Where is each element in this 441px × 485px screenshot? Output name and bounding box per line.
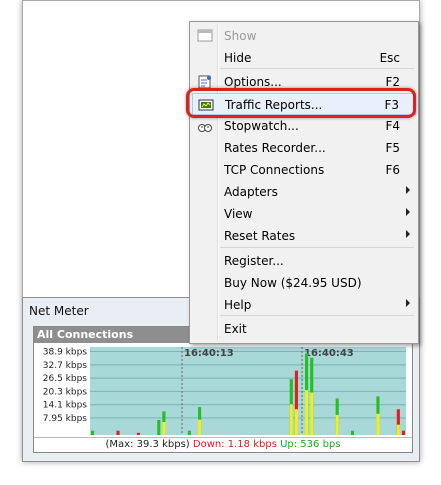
y-tick-label: 7.95 kbps [43, 414, 88, 424]
menu-item-label: Help [224, 298, 252, 312]
menu-item-help[interactable]: Help [192, 294, 416, 316]
menu-item-label: Hide [224, 51, 252, 65]
stopwatch-icon [197, 118, 213, 134]
menu-item-rates-recorder[interactable]: Rates Recorder... F5 [192, 137, 416, 159]
net-meter-title: Net Meter [29, 304, 89, 318]
menu-item-hide[interactable]: Hide Esc [192, 47, 416, 69]
shortcut-key: F2 [385, 75, 400, 89]
status-bar: (Max: 39.3 kbps) Down: 1.18 kbps Up: 536… [34, 437, 412, 452]
shortcut-key: Esc [379, 51, 400, 65]
menu-item-label: Buy Now ($24.95 USD) [224, 276, 362, 290]
up-rate: Up: 536 bps [280, 439, 341, 450]
menu-item-label: Options... [224, 75, 282, 89]
menu-item-label: TCP Connections [224, 163, 325, 177]
down-bar [401, 430, 405, 435]
submenu-arrow-icon [406, 186, 410, 194]
y-tick-label: 26.5 kbps [43, 374, 88, 384]
menu-item-tcp-connections[interactable]: TCP Connections F6 [192, 159, 416, 181]
down-bar [116, 430, 120, 435]
time-label: 16:40:43 [304, 348, 354, 359]
shortcut-key: F6 [385, 163, 400, 177]
menu-item-label: Register... [224, 254, 284, 268]
shortcut-key: F4 [385, 119, 400, 133]
menu-item-label: Rates Recorder... [224, 141, 326, 155]
menu-item-label: Stopwatch... [224, 119, 299, 133]
window-icon [197, 28, 213, 44]
both-bar [305, 390, 309, 435]
both-bar [396, 424, 400, 435]
max-rate: (Max: 39.3 kbps) [105, 439, 190, 450]
submenu-arrow-icon [406, 208, 410, 216]
both-bar [376, 413, 380, 435]
menu-item-label: Reset Rates [224, 229, 296, 243]
time-label: 16:40:13 [184, 348, 234, 359]
both-bar [162, 422, 166, 435]
menu-item-view[interactable]: View [192, 203, 416, 225]
menu-item-show: Show [192, 25, 416, 47]
menu-separator [220, 247, 414, 248]
up-bar [91, 430, 95, 435]
down-rate: Down: 1.18 kbps [192, 439, 277, 450]
y-tick-label: 32.7 kbps [43, 361, 88, 371]
menu-item-label: Exit [224, 322, 247, 336]
connections-panel: All Connections 38.9 kbps 32.7 kbps 26.5 k… [33, 326, 413, 453]
up-bar [187, 430, 191, 435]
down-bar [136, 432, 140, 435]
up-bar [350, 430, 355, 435]
menu-item-adapters[interactable]: Adapters [192, 181, 416, 203]
shortcut-key: F5 [385, 141, 400, 155]
context-menu: Show Hide Esc Options... F2 Traffic Reports..… [189, 21, 419, 344]
menu-item-label: Show [224, 29, 257, 43]
y-tick-label: 20.3 kbps [43, 387, 88, 397]
submenu-arrow-icon [406, 230, 410, 238]
both-bar [289, 404, 293, 435]
menu-item-label: Adapters [224, 185, 278, 199]
both-bar [335, 414, 339, 435]
up-bar [157, 419, 161, 435]
menu-item-reset-rates[interactable]: Reset Rates [192, 225, 416, 247]
menu-item-register[interactable]: Register... [192, 250, 416, 272]
menu-item-exit[interactable]: Exit [192, 318, 416, 340]
submenu-arrow-icon [406, 299, 410, 307]
menu-item-stopwatch[interactable]: Stopwatch... F4 [192, 115, 416, 137]
y-tick-label: 14.1 kbps [43, 401, 88, 411]
highlight-annotation [186, 88, 416, 118]
menu-item-label: View [224, 207, 253, 221]
both-bar [310, 392, 314, 435]
menu-item-buy-now-24-95-usd[interactable]: Buy Now ($24.95 USD) [192, 272, 416, 294]
y-tick-label: 38.9 kbps [43, 348, 88, 358]
both-bar [198, 419, 202, 435]
both-bar [294, 409, 298, 435]
traffic-chart: 38.9 kbps 32.7 kbps 26.5 kbps 20.3 kbps 14.1… [43, 347, 406, 435]
